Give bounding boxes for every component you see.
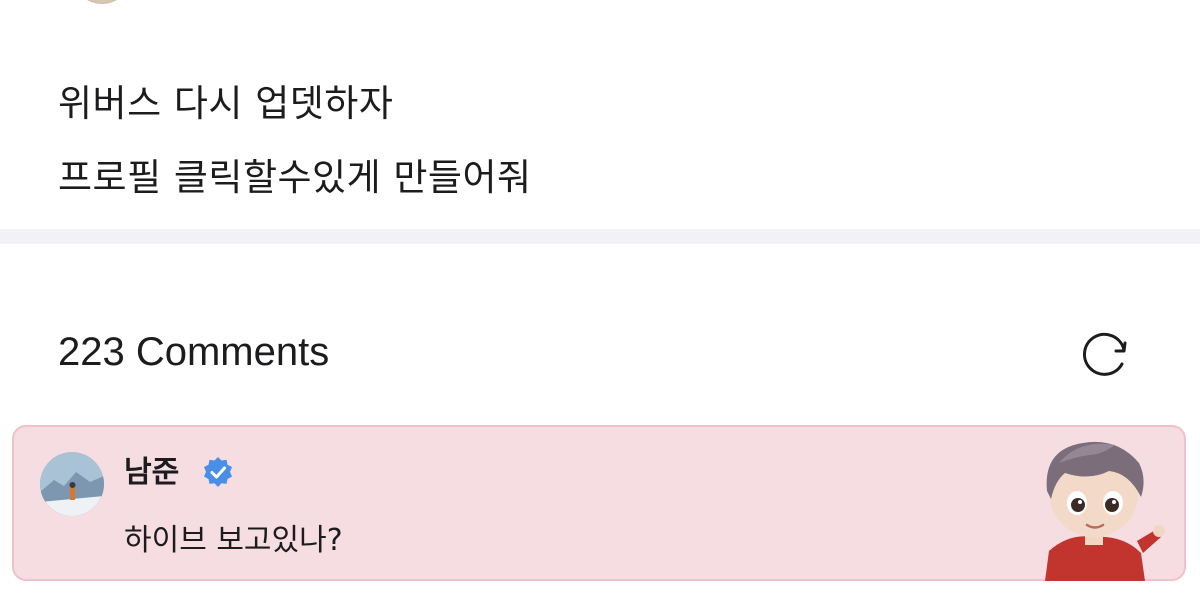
refresh-icon[interactable] xyxy=(1078,327,1132,381)
avatar-image xyxy=(40,452,104,516)
post-text-line: 프로필 클릭할수있게 만들어줘 xyxy=(58,156,532,199)
comments-count-header: 223 Comments xyxy=(58,330,330,374)
section-divider xyxy=(0,229,1200,244)
comment-text: 하이브 보고있나? xyxy=(124,523,343,558)
verified-badge-icon xyxy=(204,457,232,487)
post-body: 위버스 다시 업뎃하자 프로필 클릭할수있게 만들어줘 xyxy=(58,78,1058,204)
highlighted-comment[interactable]: 남준 하이브 보고있나? xyxy=(12,425,1186,581)
character-sticker-icon xyxy=(1045,441,1165,581)
post-author-avatar[interactable] xyxy=(72,0,132,4)
comment-author-name[interactable]: 남준 xyxy=(124,455,179,491)
post-text-line: 위버스 다시 업뎃하자 xyxy=(58,82,394,125)
post-detail-page: 위버스 다시 업뎃하자 프로필 클릭할수있게 만들어줘 223 Comments… xyxy=(0,0,1200,610)
comment-author-avatar[interactable] xyxy=(40,452,104,516)
